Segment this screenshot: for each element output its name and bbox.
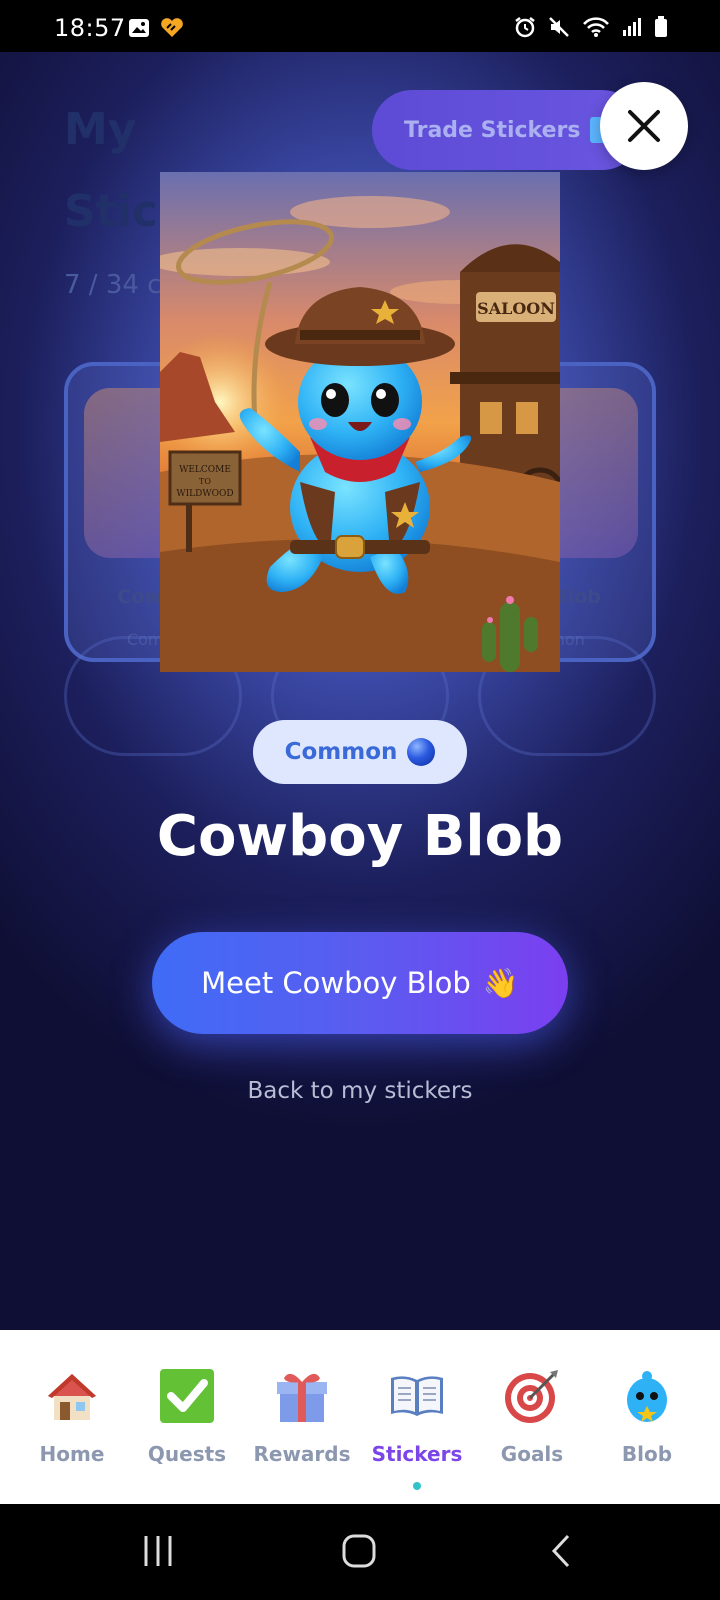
status-bar: 18:57: [0, 0, 720, 52]
battery-icon: [655, 16, 667, 37]
waving-hand-icon: 👋: [482, 965, 519, 1000]
svg-text:WELCOME: WELCOME: [179, 465, 231, 475]
status-time: 18:57: [54, 14, 126, 42]
back-icon[interactable]: [550, 1534, 572, 1568]
nav-label-rewards: Rewards: [253, 1442, 351, 1466]
sticker-image: SALOON WELCOME TO WILDWOOD: [160, 172, 560, 672]
close-icon: [628, 110, 660, 142]
open-book-icon: [391, 1376, 443, 1416]
alarm-icon: [515, 17, 535, 38]
blue-orb-icon: [407, 738, 436, 766]
house-icon: [48, 1374, 96, 1420]
svg-text:TO: TO: [199, 477, 211, 486]
page-title-line2: Stic: [64, 186, 158, 237]
system-nav-bar: [0, 1504, 720, 1600]
svg-text:WILDWOOD: WILDWOOD: [176, 489, 233, 499]
meet-button-label: Meet Cowboy Blob: [201, 966, 471, 1000]
blob-icon: [627, 1371, 667, 1422]
nav-item-blob[interactable]: Blob: [591, 1366, 703, 1466]
rarity-badge: Common: [253, 720, 467, 784]
collection-count: 7 / 34 c: [64, 270, 162, 300]
gallery-icon: [129, 19, 149, 37]
home-button-icon[interactable]: [342, 1534, 376, 1568]
nav-label-home: Home: [39, 1442, 105, 1466]
nav-label-goals: Goals: [500, 1442, 564, 1466]
nav-item-goals[interactable]: Goals: [476, 1366, 588, 1466]
trade-stickers-label: Trade Stickers: [404, 117, 581, 143]
checkmark-icon: [160, 1369, 214, 1423]
nav-label-quests: Quests: [147, 1442, 227, 1466]
rarity-label: Common: [284, 739, 398, 765]
app-screen: My Stic 7 / 34 c Trade Stickers Cowbo Co…: [0, 52, 720, 1330]
page-title-line1: My: [64, 104, 137, 155]
sticker-name: Cowboy Blob: [156, 804, 564, 869]
nav-label-stickers: Stickers: [371, 1442, 463, 1466]
mute-icon: [549, 17, 569, 37]
app-heart-icon: [161, 18, 183, 37]
active-nav-indicator: [413, 1482, 421, 1490]
back-to-stickers-link[interactable]: Back to my stickers: [0, 1078, 720, 1104]
close-button[interactable]: [600, 82, 688, 170]
gift-icon: [277, 1373, 327, 1422]
nav-item-quests[interactable]: Quests: [131, 1366, 243, 1466]
wifi-icon: [583, 17, 609, 37]
bottom-nav: Home Quests Rewards Stickers Goals Blob: [0, 1330, 720, 1504]
nav-item-home[interactable]: Home: [16, 1366, 128, 1466]
signal-icon: [623, 18, 641, 36]
nav-item-stickers[interactable]: Stickers: [361, 1366, 473, 1466]
target-icon: [505, 1370, 558, 1423]
nav-label-blob: Blob: [621, 1442, 673, 1466]
saloon-sign: SALOON: [477, 299, 555, 318]
nav-item-rewards[interactable]: Rewards: [246, 1366, 358, 1466]
meet-sticker-button[interactable]: Meet Cowboy Blob 👋: [152, 932, 568, 1034]
recent-apps-icon[interactable]: [142, 1534, 174, 1568]
